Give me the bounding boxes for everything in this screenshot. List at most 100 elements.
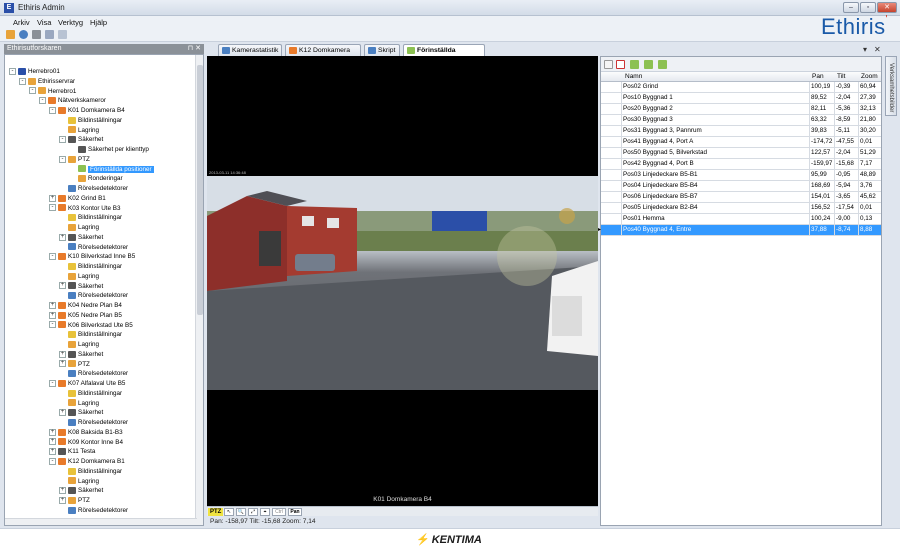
tree-item[interactable]: Bildinställningar xyxy=(59,262,122,271)
save-preset-icon[interactable] xyxy=(644,60,653,69)
print-icon[interactable] xyxy=(32,30,41,39)
expand-icon[interactable]: + xyxy=(49,438,56,446)
tree-item[interactable]: Rörelsedetektorer xyxy=(59,184,128,193)
tab-2[interactable]: Skript xyxy=(364,44,400,56)
expand-icon[interactable]: + xyxy=(49,448,56,456)
tree-item[interactable]: + Säkerhet xyxy=(59,282,103,291)
ptz-zoom-button[interactable]: 🔍 xyxy=(236,508,246,516)
tree-hscrollbar[interactable] xyxy=(5,518,197,525)
tree-item[interactable]: + K02 Grind B1 xyxy=(49,194,106,203)
tree-item[interactable]: Rörelsedetektorer xyxy=(59,243,128,252)
tree-item[interactable]: + PTZ xyxy=(59,496,90,505)
tree-item[interactable]: + Säkerhet xyxy=(59,350,103,359)
col-name[interactable]: Namn xyxy=(625,73,642,80)
table-row[interactable]: Pos41 Byggnad 4, Port A -174,72 -47,55 0,01 xyxy=(601,137,881,148)
tree-item[interactable]: Bildinställningar xyxy=(59,467,122,476)
collapse-icon[interactable]: - xyxy=(49,106,56,114)
tab-0[interactable]: Kamerastatistik xyxy=(218,44,282,56)
menu-arkiv[interactable]: Arkiv xyxy=(13,18,30,27)
menu-hjalp[interactable]: Hjälp xyxy=(90,18,107,27)
tab-close-icon[interactable]: ✕ xyxy=(874,45,881,54)
tree-item[interactable]: Lagring xyxy=(59,223,99,232)
menu-verktyg[interactable]: Verktyg xyxy=(58,18,83,27)
ptz-ctrl-button[interactable]: Ctrl xyxy=(272,508,286,516)
update-preset-icon[interactable] xyxy=(658,60,667,69)
expand-icon[interactable]: + xyxy=(59,496,66,504)
table-row[interactable]: ▸ Pos40 Byggnad 4, Entre 37,88 -8,74 8,88 xyxy=(598,225,881,236)
tree-item[interactable]: Lagring xyxy=(59,477,99,486)
expand-icon[interactable]: + xyxy=(59,233,66,241)
table-row[interactable]: Pos10 Byggnad 1 89,52 -2,04 27,39 xyxy=(601,93,881,104)
tree-item[interactable]: - Herrebro01 xyxy=(9,67,60,76)
table-row[interactable]: Pos05 Linjedeckare B2-B4 156,52 -17,54 0,01 xyxy=(601,203,881,214)
tree-item[interactable]: Rörelsedetektorer xyxy=(59,506,128,515)
expand-icon[interactable]: + xyxy=(59,409,66,417)
table-row[interactable]: Pos20 Byggnad 2 82,11 -5,36 32,13 xyxy=(601,104,881,115)
tree-item[interactable]: Förinställda positioner xyxy=(69,165,154,174)
col-zoom[interactable]: Zoom xyxy=(861,73,878,80)
tree-item[interactable]: + Säkerhet xyxy=(59,486,103,495)
ptz-center-button[interactable]: ⌖ xyxy=(260,508,270,516)
tree-item[interactable]: Rörelsedetektorer xyxy=(59,369,128,378)
tree-item[interactable]: + K05 Nedre Plan B5 xyxy=(49,311,122,320)
ptz-area-button[interactable]: ⤢ xyxy=(248,508,258,516)
tree-item[interactable]: + Säkerhet xyxy=(59,233,103,242)
collapse-icon[interactable]: - xyxy=(29,87,36,95)
expand-icon[interactable]: + xyxy=(59,350,66,358)
goto-preset-icon[interactable] xyxy=(630,60,639,69)
table-row[interactable]: Pos06 Linjedeckare B5-B7 154,01 -3,65 45,62 xyxy=(601,192,881,203)
table-row[interactable]: Pos42 Byggnad 4, Port B -159,97 -15,68 7,17 xyxy=(601,159,881,170)
tab-dropdown-icon[interactable]: ▾ xyxy=(863,45,867,54)
tree-item[interactable]: + PTZ xyxy=(59,360,90,369)
tree-item[interactable]: Bildinställningar xyxy=(59,330,122,339)
collapse-icon[interactable]: - xyxy=(49,253,56,261)
menu-visa[interactable]: Visa xyxy=(37,18,51,27)
tree-item[interactable]: - K07 Alfalaval Ute B5 xyxy=(49,379,125,388)
tree-item[interactable]: - K06 Bilverkstad Ute B5 xyxy=(49,321,133,330)
tree-item[interactable]: - K12 Domkamera B1 xyxy=(49,457,125,466)
collapse-icon[interactable]: - xyxy=(9,67,16,75)
table-row[interactable]: Pos04 Linjedeckare B5-B4 168,69 -5,94 3,76 xyxy=(601,181,881,192)
tree-item[interactable]: - K03 Kontor Ute B3 xyxy=(49,204,121,213)
tree-item[interactable]: Bildinställningar xyxy=(59,116,122,125)
col-tilt[interactable]: Tilt xyxy=(837,73,845,80)
tab-1[interactable]: K12 Domkamera B1 xyxy=(285,44,361,65)
restore-button[interactable]: ▫ xyxy=(860,2,876,13)
table-row[interactable]: Pos02 Grind 100,19 -0,39 60,94 xyxy=(601,82,881,93)
tree-item[interactable]: + K09 Kontor Inne B4 xyxy=(49,438,123,447)
tree-item[interactable]: Lagring xyxy=(59,272,99,281)
tree-item[interactable]: Bildinställningar xyxy=(59,389,122,398)
collapse-icon[interactable]: - xyxy=(39,97,46,105)
collapse-icon[interactable]: - xyxy=(49,379,56,387)
side-tab[interactable]: Verksamhetsbilder xyxy=(885,56,897,116)
tree-item[interactable]: - Nätverkskameror xyxy=(39,96,106,105)
collapse-icon[interactable]: - xyxy=(59,155,66,163)
tree-item[interactable]: - PTZ xyxy=(59,155,90,164)
table-row[interactable]: Pos30 Byggnad 3 63,32 -8,59 21,80 xyxy=(601,115,881,126)
new-preset-icon[interactable] xyxy=(604,60,613,69)
col-pan[interactable]: Pan xyxy=(812,73,824,80)
save-icon[interactable] xyxy=(45,30,54,39)
collapse-icon[interactable]: - xyxy=(49,321,56,329)
table-row[interactable]: Pos03 Linjedeckare B5-B1 95,99 -0,95 48,89 xyxy=(601,170,881,181)
ptz-pointer-button[interactable]: ↖ xyxy=(224,508,234,516)
scrollbar-thumb[interactable] xyxy=(197,65,203,315)
tree-item[interactable]: + Säkerhet xyxy=(59,408,103,417)
close-button[interactable]: ✕ xyxy=(877,2,897,13)
tree-item[interactable]: - K10 Bilverkstad Inne B5 xyxy=(49,252,135,261)
video-view[interactable]: 2013-03-11 14:36:48 K01 Domkamera B4 xyxy=(207,56,598,516)
globe-icon[interactable] xyxy=(19,30,28,39)
tree-item[interactable]: + K11 Testa xyxy=(49,447,95,456)
table-row[interactable]: Pos31 Byggnad 3, Pannrum 39,83 -5,11 30,20 xyxy=(601,126,881,137)
open-icon[interactable] xyxy=(6,30,15,39)
expand-icon[interactable]: + xyxy=(59,360,66,368)
expand-icon[interactable]: + xyxy=(49,311,56,319)
save-all-icon[interactable] xyxy=(58,30,67,39)
expand-icon[interactable]: + xyxy=(49,194,56,202)
tree-item[interactable]: + K08 Baksida B1-B3 xyxy=(49,428,123,437)
collapse-icon[interactable]: - xyxy=(49,204,56,212)
collapse-icon[interactable]: - xyxy=(49,457,56,465)
pin-close-icon[interactable]: ⊓ ✕ xyxy=(188,44,201,54)
tree-item[interactable]: Ronderingar xyxy=(69,174,123,183)
camera-image[interactable] xyxy=(207,176,598,390)
